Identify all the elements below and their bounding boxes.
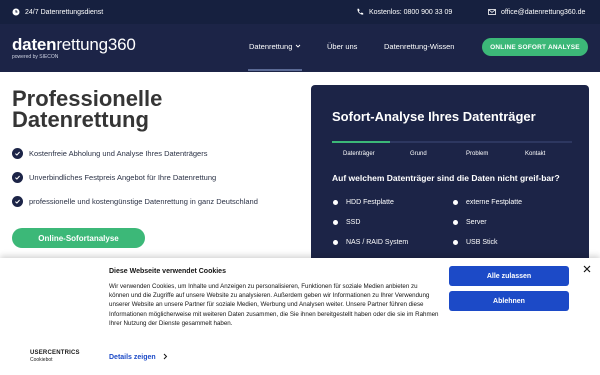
list-item: Unverbindliches Festpreis Angebot für Ih… xyxy=(12,171,258,183)
main-navigation: daten rettung360 powered by SIECON Datenr… xyxy=(0,24,600,72)
nav-item-wissen[interactable]: Datenrettung-Wissen xyxy=(384,42,454,51)
check-icon xyxy=(12,171,23,183)
step-datentraeger[interactable]: Datenträger xyxy=(343,151,375,157)
option-nas-raid[interactable]: NAS / RAID System xyxy=(333,239,408,246)
option-hdd[interactable]: HDD Festplatte xyxy=(333,199,394,206)
panel-title: Sofort-Analyse Ihres Datenträger xyxy=(332,109,536,124)
benefit-list: Kostenfreie Abholung und Analyse Ihres D… xyxy=(12,147,258,219)
list-item: Kostenfreie Abholung und Analyse Ihres D… xyxy=(12,147,258,159)
benefit-text: professionelle und kostengünstige Datenr… xyxy=(29,196,258,206)
step-kontakt[interactable]: Kontakt xyxy=(525,151,545,157)
option-ssd[interactable]: SSD xyxy=(333,219,360,226)
step-problem[interactable]: Problem xyxy=(466,151,488,157)
nav-item-datenrettung[interactable]: Datenrettung xyxy=(249,42,301,51)
cookie-banner: Diese Webseite verwendet Cookies Wir ver… xyxy=(0,258,600,375)
option-label: USB Stick xyxy=(466,239,498,246)
mail-icon xyxy=(488,8,496,16)
radio-icon xyxy=(333,220,338,225)
cookie-title: Diese Webseite verwendet Cookies xyxy=(109,268,226,275)
benefit-text: Kostenfreie Abholung und Analyse Ihres D… xyxy=(29,148,208,158)
phone-text: Kostenlos: 0800 900 33 09 xyxy=(369,8,453,16)
logo-part-bold: daten xyxy=(12,35,57,54)
logo-part-light: rettung360 xyxy=(56,35,136,54)
hero-title: Professionelle Datenrettung xyxy=(12,86,292,132)
cookiebot-logo-sub: Cookiebot xyxy=(30,357,53,363)
phone-link[interactable]: Kostenlos: 0800 900 33 09 xyxy=(356,0,452,24)
nav-item-label: Datenrettung xyxy=(249,42,293,51)
site-logo[interactable]: daten rettung360 powered by SIECON xyxy=(12,36,136,60)
email-text: office@datenrettung360.de xyxy=(501,8,586,16)
online-sofortanalyse-button[interactable]: Online-Sofortanalyse xyxy=(12,228,145,248)
service-info: 24/7 Datenrettungsdienst xyxy=(12,0,103,24)
step-active-bar xyxy=(332,141,390,143)
radio-icon xyxy=(453,200,458,205)
option-label: SSD xyxy=(346,219,361,226)
radio-icon xyxy=(453,220,458,225)
online-analysis-button[interactable]: ONLINE SOFORT ANALYSE xyxy=(482,38,588,56)
option-label: Server xyxy=(466,219,487,226)
radio-icon xyxy=(333,240,338,245)
chevron-right-icon xyxy=(162,353,168,362)
cookiebot-logo-wordmark: USERCENTRICS xyxy=(30,350,80,356)
option-server[interactable]: Server xyxy=(453,219,487,226)
details-link[interactable]: Details zeigen xyxy=(109,353,168,362)
nav-item-label: Über uns xyxy=(327,42,358,51)
option-usb[interactable]: USB Stick xyxy=(453,239,498,246)
cookiebot-logo: USERCENTRICS Cookiebot xyxy=(30,350,80,363)
reject-button[interactable]: Ablehnen xyxy=(449,291,569,311)
cookie-text: Wir verwenden Cookies, um Inhalte und An… xyxy=(109,283,439,327)
hero-title-line-2: Datenrettung xyxy=(12,107,149,132)
option-label: HDD Festplatte xyxy=(346,199,394,206)
clock-icon xyxy=(12,8,20,16)
logo-wordmark: daten rettung360 xyxy=(12,36,136,53)
step-progress: Datenträger Grund Problem Kontakt xyxy=(332,141,572,161)
accept-all-button[interactable]: Alle zulassen xyxy=(449,266,569,286)
list-item: professionelle und kostengünstige Datenr… xyxy=(12,195,258,207)
chevron-down-icon xyxy=(295,42,301,51)
close-icon[interactable] xyxy=(582,264,592,274)
radio-icon xyxy=(333,200,338,205)
details-label: Details zeigen xyxy=(109,354,156,361)
logo-tagline: powered by SIECON xyxy=(12,54,59,60)
check-icon xyxy=(12,147,23,159)
step-grund[interactable]: Grund xyxy=(410,151,427,157)
phone-icon xyxy=(356,8,364,16)
nav-item-label: Datenrettung-Wissen xyxy=(384,42,455,51)
email-link[interactable]: office@datenrettung360.de xyxy=(488,0,585,24)
service-text: 24/7 Datenrettungsdienst xyxy=(25,8,104,16)
option-label: NAS / RAID System xyxy=(346,239,409,246)
top-info-bar: 24/7 Datenrettungsdienst Kostenlos: 0800… xyxy=(0,0,600,24)
nav-item-ueber-uns[interactable]: Über uns xyxy=(327,42,357,51)
option-external[interactable]: externe Festplatte xyxy=(453,199,522,206)
benefit-text: Unverbindliches Festpreis Angebot für Ih… xyxy=(29,172,217,182)
hero-title-line-1: Professionelle xyxy=(12,86,163,111)
radio-icon xyxy=(453,240,458,245)
option-label: externe Festplatte xyxy=(466,199,523,206)
check-icon xyxy=(12,195,23,207)
panel-question: Auf welchem Datenträger sind die Daten n… xyxy=(332,173,560,183)
nav-active-indicator xyxy=(248,69,302,71)
analysis-panel: Sofort-Analyse Ihres Datenträger Datentr… xyxy=(311,85,589,265)
